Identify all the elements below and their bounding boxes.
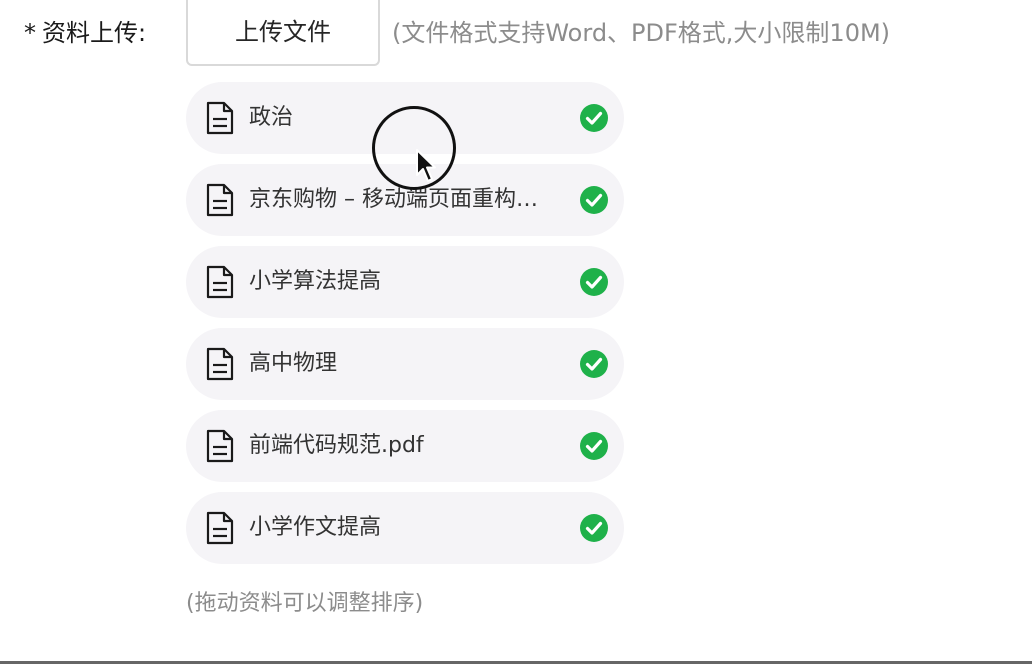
- file-item[interactable]: 京东购物 – 移动端页面重构…: [186, 164, 624, 236]
- file-name: 京东购物 – 移动端页面重构…: [249, 187, 538, 212]
- check-circle-icon: [580, 268, 608, 296]
- upload-file-button[interactable]: 上传文件: [186, 0, 380, 66]
- document-icon: [206, 347, 234, 381]
- field-label-text: 资料上传:: [42, 19, 147, 47]
- document-icon: [206, 429, 234, 463]
- drag-sort-hint: (拖动资料可以调整排序): [186, 591, 424, 616]
- check-circle-icon: [580, 186, 608, 214]
- file-item[interactable]: 小学算法提高: [186, 246, 624, 318]
- document-icon: [206, 101, 234, 135]
- upload-format-hint: (文件格式支持Word、PDF格式,大小限制10M): [392, 19, 891, 47]
- required-mark: *: [24, 19, 36, 47]
- check-circle-icon: [580, 350, 608, 378]
- check-circle-icon: [580, 514, 608, 542]
- file-item[interactable]: 小学作文提高: [186, 492, 624, 564]
- document-icon: [206, 511, 234, 545]
- file-item[interactable]: 政治: [186, 82, 624, 154]
- file-name: 高中物理: [249, 351, 338, 376]
- check-circle-icon: [580, 432, 608, 460]
- file-name: 小学作文提高: [249, 515, 382, 540]
- file-name: 政治: [249, 105, 294, 130]
- file-item[interactable]: 高中物理: [186, 328, 624, 400]
- document-icon: [206, 183, 234, 217]
- check-circle-icon: [580, 104, 608, 132]
- file-item[interactable]: 前端代码规范.pdf: [186, 410, 624, 482]
- uploaded-file-list: 政治 京东购物 – 移动端页面重构… 小学算法提高 高中物理 前端代码规范.pd…: [186, 82, 624, 574]
- file-name: 小学算法提高: [249, 269, 382, 294]
- file-name: 前端代码规范.pdf: [249, 433, 424, 458]
- upload-field-label: * 资料上传:: [24, 14, 146, 52]
- document-icon: [206, 265, 234, 299]
